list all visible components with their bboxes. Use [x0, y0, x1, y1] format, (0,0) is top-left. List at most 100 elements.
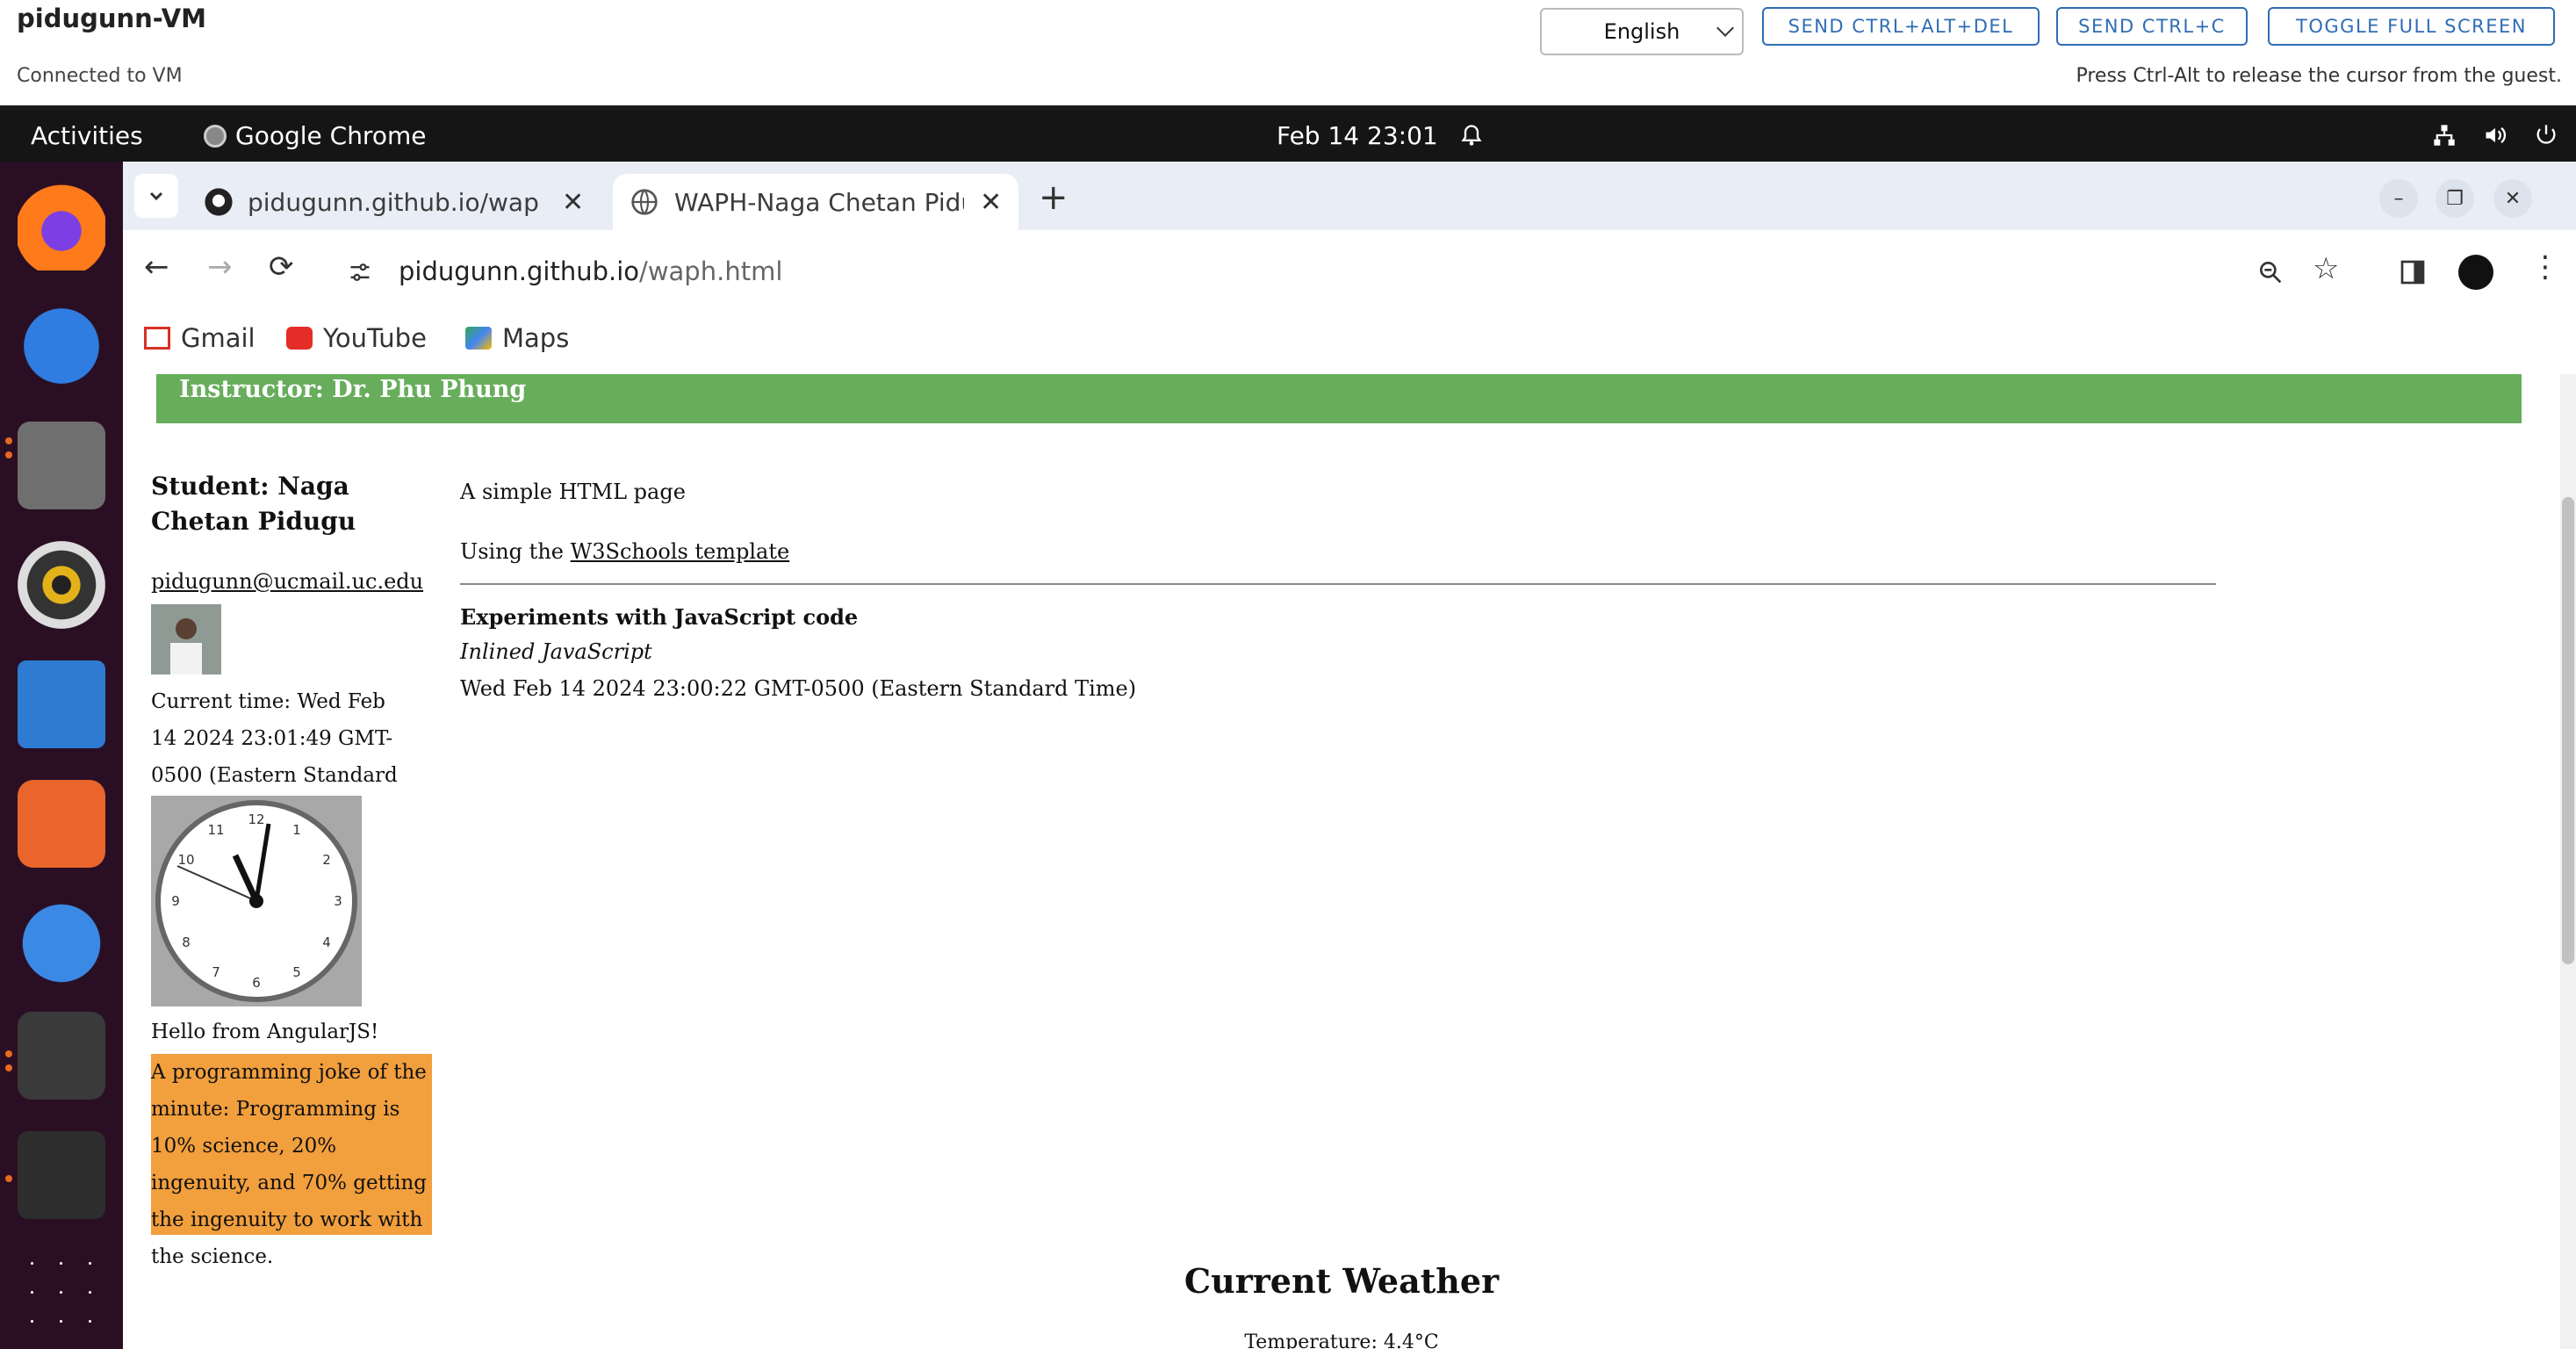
rhythmbox-icon[interactable] — [18, 541, 105, 629]
writer-icon[interactable] — [18, 660, 105, 748]
app-center-icon[interactable] — [18, 780, 105, 868]
app-menu-label: Google Chrome — [235, 121, 427, 150]
inlined-label: Inlined JavaScript — [460, 639, 652, 664]
vm-status: Connected to VM — [17, 65, 183, 87]
help-icon[interactable] — [18, 899, 105, 987]
joke-box: A programming joke of the minute: Progra… — [151, 1054, 432, 1268]
analog-clock: 12 1 2 3 4 5 6 7 8 9 10 11 — [151, 796, 362, 1006]
ubuntu-top-bar: Activities Google Chrome Feb 14 23:01 — [0, 111, 2576, 162]
url-path: /waph.html — [639, 256, 783, 286]
person-icon — [151, 604, 221, 674]
vm-header: pidugunn-VM Connected to VM English SEND… — [0, 0, 2576, 105]
tab-title: pidugunn.github.io/wap — [248, 187, 539, 217]
instructor-text: Instructor: Dr. Phu Phung — [179, 376, 527, 403]
w3schools-link[interactable]: W3Schools template — [571, 539, 790, 564]
chrome-toolbar: ← → ⟳ pidugunn.github.io/waph.html ☆ ⋮ — [123, 230, 2576, 314]
student-name: Student: Naga Chetan Pidugu — [151, 472, 356, 536]
url-host: pidugunn.github.io — [399, 256, 640, 286]
activities-button[interactable]: Activities — [31, 121, 143, 150]
url-text[interactable]: pidugunn.github.io/waph.html — [399, 256, 782, 286]
language-value: English — [1603, 19, 1680, 44]
chrome-icon[interactable] — [18, 1012, 105, 1100]
running-indicator — [5, 1050, 12, 1057]
chrome-small-icon — [204, 124, 227, 148]
minimize-button[interactable]: – — [2379, 179, 2418, 218]
vm-title: pidugunn-VM — [17, 4, 207, 33]
svg-text:10: 10 — [177, 852, 194, 868]
globe-icon — [631, 189, 658, 215]
running-indicator — [5, 1064, 12, 1071]
chrome-tab-strip: pidugunn.github.io/wap ✕ WAPH-Naga Cheta… — [123, 162, 2576, 230]
back-button[interactable]: ← — [144, 249, 169, 285]
divider — [460, 583, 2216, 585]
thunderbird-icon[interactable] — [18, 302, 105, 390]
svg-text:1: 1 — [292, 822, 301, 838]
github-icon — [205, 188, 233, 216]
restore-button[interactable]: ❐ — [2436, 179, 2474, 218]
temperature-text: Temperature: 4.4°C — [1244, 1331, 1439, 1349]
files-icon[interactable] — [18, 422, 105, 509]
angular-hello: Hello from AngularJS! — [151, 1021, 379, 1043]
site-info-icon[interactable] — [348, 260, 372, 285]
network-icon[interactable] — [2432, 123, 2457, 148]
side-panel-icon[interactable] — [2399, 258, 2427, 286]
bookmark-label: YouTube — [323, 323, 427, 353]
send-ctrl-c-button[interactable]: SEND CTRL+C — [2056, 7, 2248, 46]
web-page: Instructor: Dr. Phu Phung Student: Naga … — [123, 374, 2560, 1349]
gmail-icon — [144, 327, 170, 350]
toggle-fullscreen-button[interactable]: TOGGLE FULL SCREEN — [2268, 7, 2555, 46]
bookmark-label: Maps — [502, 323, 570, 353]
close-icon[interactable]: ✕ — [562, 187, 584, 218]
dock — [0, 162, 123, 1349]
clock[interactable]: Feb 14 23:01 — [1277, 121, 1438, 150]
scrollbar-thumb[interactable] — [2562, 497, 2574, 964]
running-indicator — [5, 451, 12, 458]
email-link[interactable]: pidugunn@ucmail.uc.edu — [151, 569, 423, 594]
student-photo — [151, 604, 221, 674]
svg-text:2: 2 — [322, 852, 331, 868]
svg-text:5: 5 — [292, 964, 301, 980]
svg-text:4: 4 — [322, 934, 331, 950]
close-window-button[interactable]: ✕ — [2493, 179, 2532, 218]
running-indicator — [5, 1175, 12, 1182]
svg-text:7: 7 — [212, 964, 220, 980]
running-indicator — [5, 437, 12, 444]
svg-text:9: 9 — [171, 893, 180, 909]
bookmark-star-icon[interactable]: ☆ — [2313, 251, 2339, 286]
svg-text:12: 12 — [248, 812, 264, 827]
profile-avatar[interactable] — [2458, 255, 2493, 290]
intro-text: A simple HTML page — [460, 480, 686, 504]
terminal-icon[interactable] — [18, 1131, 105, 1219]
reload-button[interactable]: ⟳ — [269, 249, 294, 285]
zoom-icon[interactable] — [2256, 258, 2285, 286]
maps-icon — [465, 327, 492, 350]
bookmarks-bar: Gmail YouTube Maps — [123, 314, 2576, 374]
show-apps-icon[interactable] — [18, 1249, 105, 1337]
tab-search-button[interactable] — [134, 174, 178, 218]
power-icon[interactable] — [2534, 123, 2558, 148]
tab-title: WAPH-Naga Chetan Pidu — [674, 187, 964, 217]
forward-button[interactable]: → — [207, 249, 233, 285]
volume-icon[interactable] — [2483, 123, 2508, 148]
send-ctrl-alt-del-button[interactable]: SEND CTRL+ALT+DEL — [1762, 7, 2040, 46]
firefox-icon[interactable] — [18, 183, 105, 271]
svg-text:8: 8 — [182, 934, 191, 950]
app-menu[interactable]: Google Chrome — [204, 121, 426, 150]
svg-text:6: 6 — [252, 975, 261, 991]
svg-text:3: 3 — [334, 893, 342, 909]
clock-face-icon: 1212345 67891011 — [155, 800, 357, 1002]
more-menu-icon[interactable]: ⋮ — [2530, 249, 2560, 285]
bell-icon[interactable] — [1459, 123, 1484, 148]
release-hint: Press Ctrl-Alt to release the cursor fro… — [2076, 65, 2562, 87]
experiments-heading: Experiments with JavaScript code — [460, 604, 859, 630]
bookmark-gmail[interactable]: Gmail — [144, 323, 255, 353]
header-banner: Instructor: Dr. Phu Phung — [156, 374, 2522, 423]
new-tab-button[interactable]: + — [1039, 177, 1069, 218]
close-icon[interactable]: ✕ — [980, 187, 1002, 218]
bookmark-maps[interactable]: Maps — [465, 323, 569, 353]
svg-text:11: 11 — [207, 822, 224, 838]
date-output: Wed Feb 14 2024 23:00:22 GMT-0500 (Easte… — [460, 676, 1137, 701]
bookmark-youtube[interactable]: YouTube — [286, 323, 427, 353]
language-select[interactable]: English — [1540, 8, 1744, 55]
tab-waph[interactable]: WAPH-Naga Chetan Pidu ✕ — [613, 174, 1018, 230]
